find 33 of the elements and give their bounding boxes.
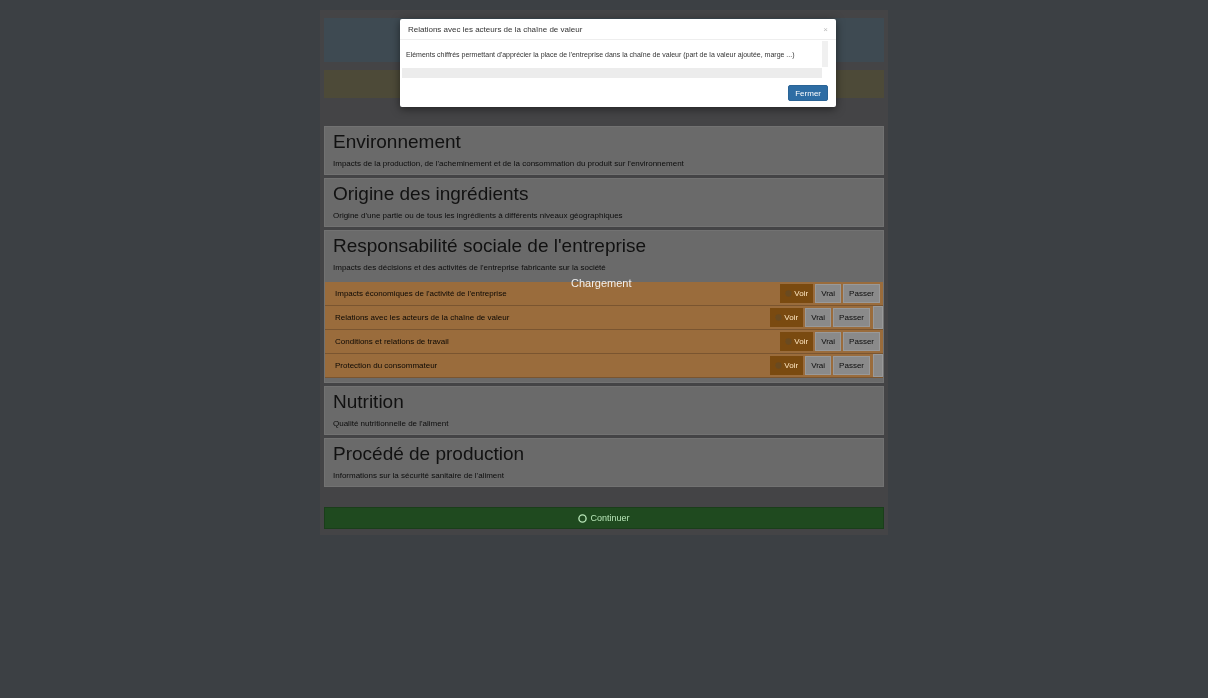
category-title: Environnement bbox=[332, 130, 462, 154]
category-description: Origine d'une partie ou de tous les ingrédients à différents niveaux géographiques bbox=[332, 210, 624, 222]
category-title: Responsabilité sociale de l'entreprise bbox=[332, 234, 648, 258]
skip-button[interactable]: Passer bbox=[833, 356, 870, 375]
yes-button[interactable]: Vrai bbox=[805, 308, 832, 327]
modal-title: Relations avec les acteurs de la chaîne de valeur bbox=[408, 25, 583, 34]
scrollbar[interactable] bbox=[873, 354, 883, 377]
yes-button[interactable]: Vrai bbox=[805, 356, 832, 375]
category-title: Procédé de production bbox=[332, 442, 526, 466]
info-button[interactable]: Voir bbox=[770, 308, 804, 327]
info-button[interactable]: Voir bbox=[780, 332, 814, 351]
category-title: Nutrition bbox=[332, 390, 405, 414]
skip-button[interactable]: Passer bbox=[833, 308, 870, 327]
criterion-label: Conditions et relations de travail bbox=[334, 337, 450, 346]
skip-button[interactable]: Passer bbox=[843, 284, 880, 303]
info-button[interactable]: Voir bbox=[770, 356, 804, 375]
category-description: Impacts des décisions et des activités de l'entreprise fabricante sur la société bbox=[332, 262, 607, 274]
category-description: Impacts de la production, de l'acheminement et de la consommation du produit sur l'environnement bbox=[332, 158, 685, 170]
category-description: Qualité nutritionnelle de l'aliment bbox=[332, 418, 450, 430]
skip-button[interactable]: Passer bbox=[843, 332, 880, 351]
scrollbar[interactable] bbox=[873, 306, 883, 329]
criterion-label: Protection du consommateur bbox=[334, 361, 439, 370]
close-modal-button[interactable]: Fermer bbox=[788, 85, 828, 101]
yes-button[interactable]: Vrai bbox=[815, 332, 842, 351]
loading-text: Chargement bbox=[571, 277, 632, 289]
criterion-label: Impacts économiques de l'activité de l'entreprise bbox=[334, 289, 508, 298]
category-title: Origine des ingrédients bbox=[332, 182, 530, 206]
arrow-circle-icon bbox=[578, 513, 588, 523]
category-description: Informations sur la sécurité sanitaire de l'aliment bbox=[332, 470, 505, 482]
info-button[interactable]: Voir bbox=[780, 284, 814, 303]
yes-button[interactable]: Vrai bbox=[815, 284, 842, 303]
criterion-label: Relations avec les acteurs de la chaîne de valeur bbox=[334, 313, 511, 322]
continue-button[interactable]: Continuer bbox=[324, 507, 884, 529]
